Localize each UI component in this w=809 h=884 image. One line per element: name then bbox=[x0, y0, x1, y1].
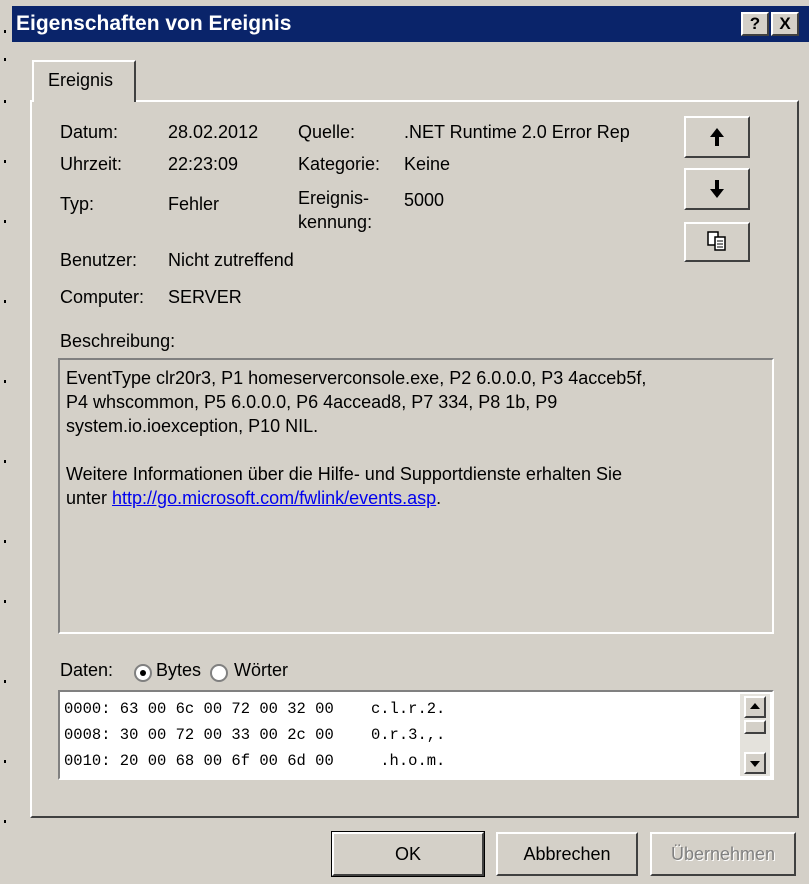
scroll-down-button[interactable] bbox=[744, 752, 766, 774]
data-row: 0008: 30 00 72 00 33 00 2c 00 0.r.3.,. bbox=[64, 726, 446, 744]
title-bar[interactable]: Eigenschaften von Ereignis ? X bbox=[12, 6, 809, 42]
description-line-1: EventType clr20r3, P1 homeserverconsole.… bbox=[66, 368, 647, 388]
category-label: Kategorie: bbox=[298, 154, 381, 174]
description-label: Beschreibung: bbox=[60, 331, 176, 351]
source-label: Quelle: bbox=[298, 122, 356, 142]
source-value: .NET Runtime 2.0 Error Rep bbox=[404, 122, 630, 142]
description-para2-line2: unter http://go.microsoft.com/fwlink/eve… bbox=[66, 486, 766, 510]
date-value[interactable]: 28.02.2012 bbox=[168, 122, 258, 143]
data-scrollbar[interactable] bbox=[740, 694, 770, 776]
ok-button[interactable]: OK bbox=[331, 831, 485, 877]
scroll-up-icon bbox=[750, 703, 760, 709]
help-link[interactable]: http://go.microsoft.com/fwlink/events.as… bbox=[112, 488, 436, 508]
words-radio[interactable] bbox=[210, 664, 228, 682]
event-id-value: 5000 bbox=[404, 190, 445, 210]
data-label: Daten: bbox=[60, 660, 114, 680]
computer-value: SERVER bbox=[168, 287, 242, 307]
user-label: Benutzer: bbox=[60, 250, 138, 270]
words-label[interactable]: Wörter bbox=[234, 660, 288, 681]
computer-label: Computer: bbox=[60, 287, 145, 307]
type-value: Fehler bbox=[168, 194, 220, 214]
data-row: 0010: 20 00 68 00 6f 00 6d 00 .h.o.m. bbox=[64, 752, 446, 770]
dialog-window: Eigenschaften von Ereignis ? X Ereignis … bbox=[0, 0, 809, 884]
description-line-3: system.io.ioexception, P10 NIL. bbox=[66, 416, 319, 436]
date-label: Datum: bbox=[60, 122, 119, 142]
type-label: Typ: bbox=[60, 194, 95, 214]
apply-button[interactable]: Übernehmen bbox=[650, 832, 796, 876]
arrow-up-icon bbox=[710, 128, 724, 146]
tab-label: Ereignis bbox=[48, 70, 114, 90]
event-id-label-1: Ereignis- bbox=[298, 188, 370, 208]
previous-event-button[interactable] bbox=[684, 116, 750, 158]
scroll-down-icon bbox=[750, 761, 760, 767]
cancel-button[interactable]: Abbrechen bbox=[496, 832, 638, 876]
copy-icon bbox=[707, 231, 726, 251]
data-view[interactable]: 0000: 63 00 6c 00 72 00 32 00 c.l.r.2. 0… bbox=[58, 690, 774, 780]
description-line-2: P4 whscommon, P5 6.0.0.0, P6 4accead8, P… bbox=[66, 392, 558, 412]
close-button[interactable]: X bbox=[771, 12, 799, 36]
description-para2-line1: Weitere Informationen über die Hilfe- un… bbox=[66, 464, 622, 484]
arrow-down-icon bbox=[710, 180, 724, 198]
bytes-label[interactable]: Bytes bbox=[156, 660, 201, 681]
tab-ereignis[interactable]: Ereignis bbox=[32, 60, 136, 102]
category-value: Keine bbox=[404, 154, 451, 174]
bytes-radio[interactable] bbox=[134, 664, 152, 682]
time-label: Uhrzeit: bbox=[60, 154, 123, 174]
link-prefix: unter bbox=[66, 488, 113, 508]
desktop-edge bbox=[0, 0, 10, 884]
scroll-up-button[interactable] bbox=[744, 696, 766, 718]
copy-button[interactable] bbox=[684, 222, 750, 262]
help-button[interactable]: ? bbox=[741, 12, 769, 36]
scroll-thumb[interactable] bbox=[744, 720, 766, 734]
link-suffix: . bbox=[436, 488, 442, 508]
window-title: Eigenschaften von Ereignis bbox=[16, 12, 292, 35]
data-row: 0000: 63 00 6c 00 72 00 32 00 c.l.r.2. bbox=[64, 700, 446, 718]
event-id-label-2: kennung: bbox=[298, 212, 373, 232]
description-box[interactable]: EventType clr20r3, P1 homeserverconsole.… bbox=[58, 358, 774, 634]
time-value: 22:23:09 bbox=[168, 154, 239, 174]
next-event-button[interactable] bbox=[684, 168, 750, 210]
user-value: Nicht zutreffend bbox=[168, 250, 294, 270]
